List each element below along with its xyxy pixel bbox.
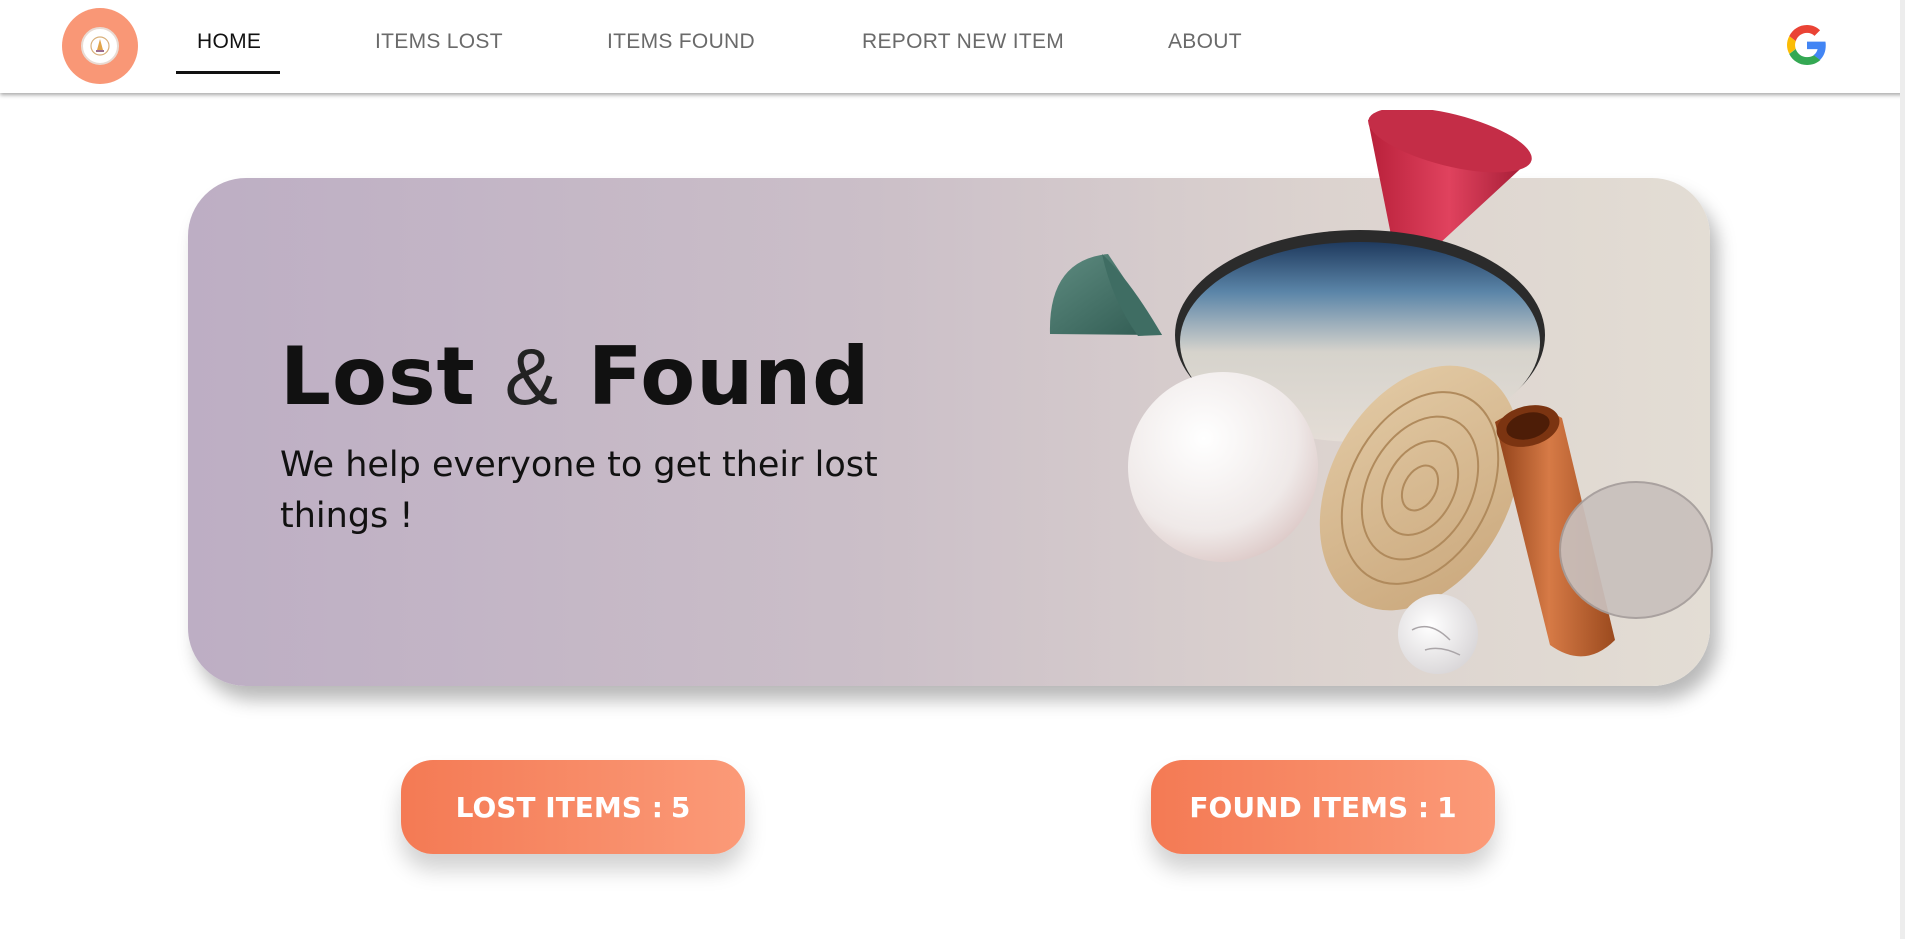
page: HOME ITEMS LOST ITEMS FOUND REPORT NEW I… [0, 0, 1905, 939]
hero-title-found: Found [587, 330, 871, 423]
found-items-label: FOUND ITEMS : [1189, 790, 1430, 824]
hero-title: Lost & Found [280, 330, 870, 423]
top-navbar: HOME ITEMS LOST ITEMS FOUND REPORT NEW I… [0, 0, 1905, 93]
lost-items-count-button[interactable]: LOST ITEMS :5 [401, 760, 745, 854]
google-icon [1787, 25, 1826, 65]
lost-items-count: 5 [670, 790, 691, 824]
scrollbar-track[interactable] [1900, 0, 1905, 939]
nav-home[interactable]: HOME [197, 30, 261, 54]
nav-report-new-item[interactable]: REPORT NEW ITEM [862, 30, 1064, 54]
found-items-count: 1 [1437, 790, 1457, 824]
nav-items-lost[interactable]: ITEMS LOST [375, 30, 503, 54]
lost-items-label: LOST ITEMS : [455, 790, 663, 824]
nav-about[interactable]: ABOUT [1168, 30, 1242, 54]
abstract-shapes-illustration [1049, 110, 1713, 674]
google-sign-in-button[interactable] [1787, 25, 1827, 65]
institution-logo-icon [81, 27, 119, 65]
hero-subtitle: We help everyone to get their lost thing… [280, 445, 878, 536]
hero-title-amp: & [504, 332, 560, 421]
active-tab-indicator [176, 71, 280, 74]
hero-title-lost: Lost [280, 330, 476, 423]
found-items-count-button[interactable]: FOUND ITEMS :1 [1151, 760, 1495, 854]
logo[interactable] [62, 8, 138, 84]
nav-items-found[interactable]: ITEMS FOUND [607, 30, 755, 54]
